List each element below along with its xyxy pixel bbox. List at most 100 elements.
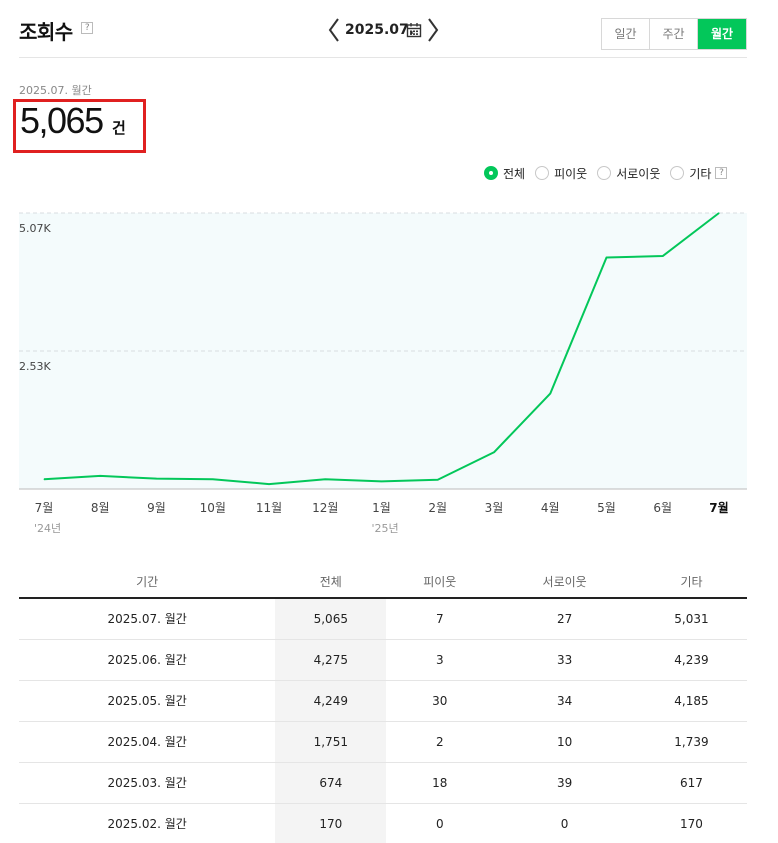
data-point <box>718 212 720 214</box>
other-cell: 1,739 <box>635 721 747 763</box>
data-point <box>268 483 270 485</box>
column-header: 기간 <box>19 566 276 599</box>
column-header: 피이웃 <box>386 566 494 599</box>
neighbor-cell: 0 <box>386 803 494 843</box>
neighbor-cell: 18 <box>386 762 494 804</box>
table-row: 2025.05. 월간 4,249 30 34 4,185 <box>19 680 747 722</box>
data-point <box>606 256 607 258</box>
data-point <box>212 478 214 480</box>
x-tick-label: 1월 <box>372 501 391 515</box>
column-header: 기타 <box>635 566 747 599</box>
other-cell: 170 <box>635 803 747 843</box>
total-views-value: 5,065 <box>20 100 104 141</box>
data-point <box>156 478 157 480</box>
neighbor-cell: 7 <box>386 598 494 640</box>
tab-daily[interactable]: 일간 <box>602 19 650 49</box>
period-cell: 2025.06. 월간 <box>19 639 276 681</box>
data-point <box>549 393 551 395</box>
views-line-chart: 2.53K 5.07K 7월 8월 9월 10월 11월 12월 1월 2월 3월 4월 5월 6월 7월 '… <box>19 212 747 535</box>
period-cell: 2025.02. 월간 <box>19 803 276 843</box>
period-cell: 2025.04. 월간 <box>19 721 276 763</box>
page-title-text: 조회수 <box>19 20 73 44</box>
total-cell: 1,751 <box>275 721 387 763</box>
page-header: 조회수 ? 2025.07. 일간 주간 월간 <box>19 0 747 58</box>
x-tick-label: 2월 <box>428 501 447 515</box>
radio-unselected-icon[interactable] <box>670 166 685 180</box>
mutual-neighbor-cell: 10 <box>493 721 636 763</box>
data-point <box>99 475 101 477</box>
neighbor-cell: 3 <box>386 639 494 681</box>
table-row: 2025.07. 월간 5,065 7 27 5,031 <box>19 598 747 640</box>
data-point <box>437 479 439 481</box>
x-tick-label: 11월 <box>256 501 282 515</box>
radio-unselected-icon[interactable] <box>535 166 550 180</box>
data-point <box>381 480 382 482</box>
x-tick-label: 12월 <box>312 501 338 515</box>
radio-unselected-icon[interactable] <box>597 166 612 180</box>
legend-item-total[interactable]: 전체 <box>484 165 525 182</box>
tab-monthly[interactable]: 월간 <box>698 19 746 49</box>
tab-weekly[interactable]: 주간 <box>650 19 698 49</box>
x-tick-label: 7월 <box>709 500 728 515</box>
mutual-neighbor-cell: 27 <box>493 598 636 640</box>
current-date: 2025.07. <box>345 22 415 38</box>
neighbor-cell: 30 <box>386 680 494 722</box>
x-tick-label: 4월 <box>541 501 560 515</box>
column-header: 전체 <box>275 566 387 599</box>
other-cell: 4,239 <box>635 639 747 681</box>
legend-item-mutual-neighbor[interactable]: 서로이웃 <box>597 165 660 182</box>
table-header-row: 기간 전체 피이웃 서로이웃 기타 <box>19 566 747 599</box>
period-tabs: 일간 주간 월간 <box>601 18 747 50</box>
column-header: 서로이웃 <box>493 566 636 599</box>
x-tick-label: 10월 <box>200 501 226 515</box>
period-cell: 2025.03. 월간 <box>19 762 276 804</box>
total-cell: 4,249 <box>275 680 387 722</box>
legend-label: 전체 <box>503 166 526 181</box>
views-table: 기간 전체 피이웃 서로이웃 기타 2025.07. 월간 5,065 7 27… <box>19 566 747 843</box>
other-cell: 5,031 <box>635 598 747 640</box>
table-row: 2025.03. 월간 674 18 39 617 <box>19 762 747 804</box>
x-tick-label: 9월 <box>147 501 166 515</box>
total-cell: 4,275 <box>275 639 387 681</box>
x-tick-label: 8월 <box>91 501 110 515</box>
data-point <box>324 478 326 480</box>
legend-item-other[interactable]: 기타 ? <box>670 165 728 182</box>
table-row: 2025.02. 월간 170 0 0 170 <box>19 803 747 843</box>
total-cell: 170 <box>275 803 387 843</box>
mutual-neighbor-cell: 0 <box>493 803 636 843</box>
page-title: 조회수 ? <box>19 16 93 45</box>
radio-selected-icon[interactable] <box>484 166 498 180</box>
legend-label: 기타 <box>689 166 712 181</box>
year-label: '25년 <box>372 522 399 535</box>
total-cell: 674 <box>275 762 387 804</box>
chevron-right-icon[interactable] <box>426 16 440 44</box>
help-icon[interactable]: ? <box>715 167 728 179</box>
y-tick-label: 2.53K <box>19 360 51 373</box>
data-point <box>43 478 45 480</box>
y-tick-label: 5.07K <box>19 222 51 235</box>
calendar-icon[interactable] <box>406 22 422 38</box>
mutual-neighbor-cell: 33 <box>493 639 636 681</box>
series-legend: 전체 피이웃 서로이웃 기타 ? <box>484 164 737 182</box>
table-row: 2025.06. 월간 4,275 3 33 4,239 <box>19 639 747 681</box>
date-navigator: 2025.07. <box>327 14 439 46</box>
mutual-neighbor-cell: 34 <box>493 680 636 722</box>
legend-label: 서로이웃 <box>616 166 661 181</box>
table-row: 2025.04. 월간 1,751 2 10 1,739 <box>19 721 747 763</box>
summary-period-label: 2025.07. 월간 <box>19 84 92 97</box>
x-tick-label: 6월 <box>653 501 672 515</box>
mutual-neighbor-cell: 39 <box>493 762 636 804</box>
x-tick-label: 5월 <box>597 501 616 515</box>
neighbor-cell: 2 <box>386 721 494 763</box>
help-icon[interactable]: ? <box>81 22 93 34</box>
chevron-left-icon[interactable] <box>327 16 341 44</box>
legend-item-neighbor[interactable]: 피이웃 <box>535 165 587 182</box>
data-point <box>662 255 664 257</box>
other-cell: 4,185 <box>635 680 747 722</box>
x-tick-label: 3월 <box>485 501 504 515</box>
period-cell: 2025.05. 월간 <box>19 680 276 722</box>
data-point <box>493 451 495 453</box>
legend-label: 피이웃 <box>554 166 588 181</box>
period-cell: 2025.07. 월간 <box>19 598 276 640</box>
year-label: '24년 <box>34 522 61 535</box>
